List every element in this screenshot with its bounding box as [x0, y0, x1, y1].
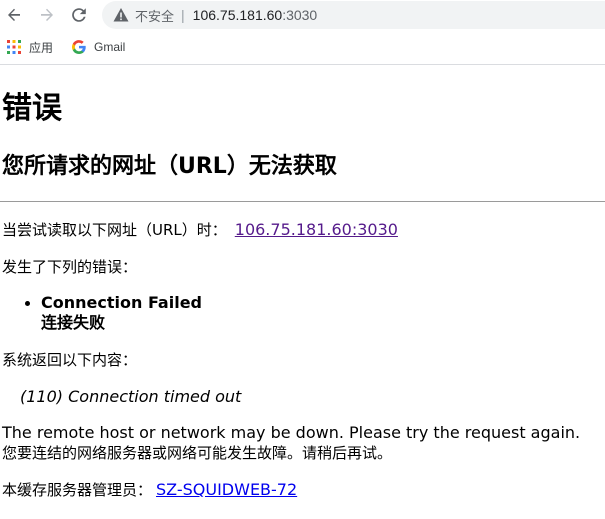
address-separator: |	[181, 7, 185, 23]
remote-message-en: The remote host or network may be down. …	[2, 423, 581, 442]
error-list: Connection Failed 连接失败	[22, 293, 202, 333]
warning-triangle-icon[interactable]	[113, 7, 129, 23]
divider	[0, 201, 605, 202]
bookmark-gmail[interactable]: Gmail	[72, 38, 125, 56]
google-g-icon	[72, 40, 86, 54]
system-message: (110) Connection timed out	[20, 387, 242, 406]
admin-text: 本缓存服务器管理员：	[2, 481, 153, 499]
admin-paragraph: 本缓存服务器管理员： SZ-SQUIDWEB-72	[2, 480, 297, 500]
forward-button[interactable]	[36, 4, 58, 26]
try-text: 当尝试读取以下网址（URL）时：	[2, 221, 227, 239]
page-title: 错误	[2, 91, 62, 126]
try-paragraph: 当尝试读取以下网址（URL）时： 106.75.181.60:3030	[2, 220, 398, 240]
url-port[interactable]: :3030	[282, 7, 317, 23]
error-intro: 发生了下列的错误：	[2, 258, 138, 276]
security-label[interactable]: 不安全	[135, 6, 174, 25]
url-host[interactable]: 106.75.181.60	[193, 7, 283, 23]
arrow-left-icon	[8, 8, 20, 21]
error-item: Connection Failed 连接失败	[22, 293, 202, 333]
system-text: 系统返回以下内容：	[2, 351, 138, 369]
bookmarks-bar: 应用 Gmail	[0, 30, 605, 64]
address-bar[interactable]: 不安全 | 106.75.181.60:3030	[102, 1, 605, 29]
admin-link[interactable]: SZ-SQUIDWEB-72	[156, 480, 297, 499]
reload-icon	[72, 8, 86, 22]
error-item-subtitle: 连接失败	[41, 313, 106, 332]
remote-message-zh: 您要连结的网络服务器或网络可能发生故障。请稍后再试。	[2, 444, 393, 462]
browser-toolbar: 不安全 | 106.75.181.60:3030	[0, 0, 605, 30]
chrome-divider	[0, 64, 605, 65]
bookmark-apps[interactable]: 应用	[7, 38, 53, 56]
arrow-right-icon	[41, 8, 53, 21]
error-item-title: Connection Failed	[41, 293, 202, 312]
back-button[interactable]	[3, 4, 25, 26]
bookmark-label: 应用	[29, 40, 54, 55]
reload-button[interactable]	[68, 4, 90, 26]
page-subtitle: 您所请求的网址（URL）无法获取	[2, 154, 337, 179]
requested-url-link[interactable]: 106.75.181.60:3030	[235, 220, 398, 239]
bookmark-label: Gmail	[94, 40, 126, 54]
apps-grid-icon	[7, 40, 21, 54]
